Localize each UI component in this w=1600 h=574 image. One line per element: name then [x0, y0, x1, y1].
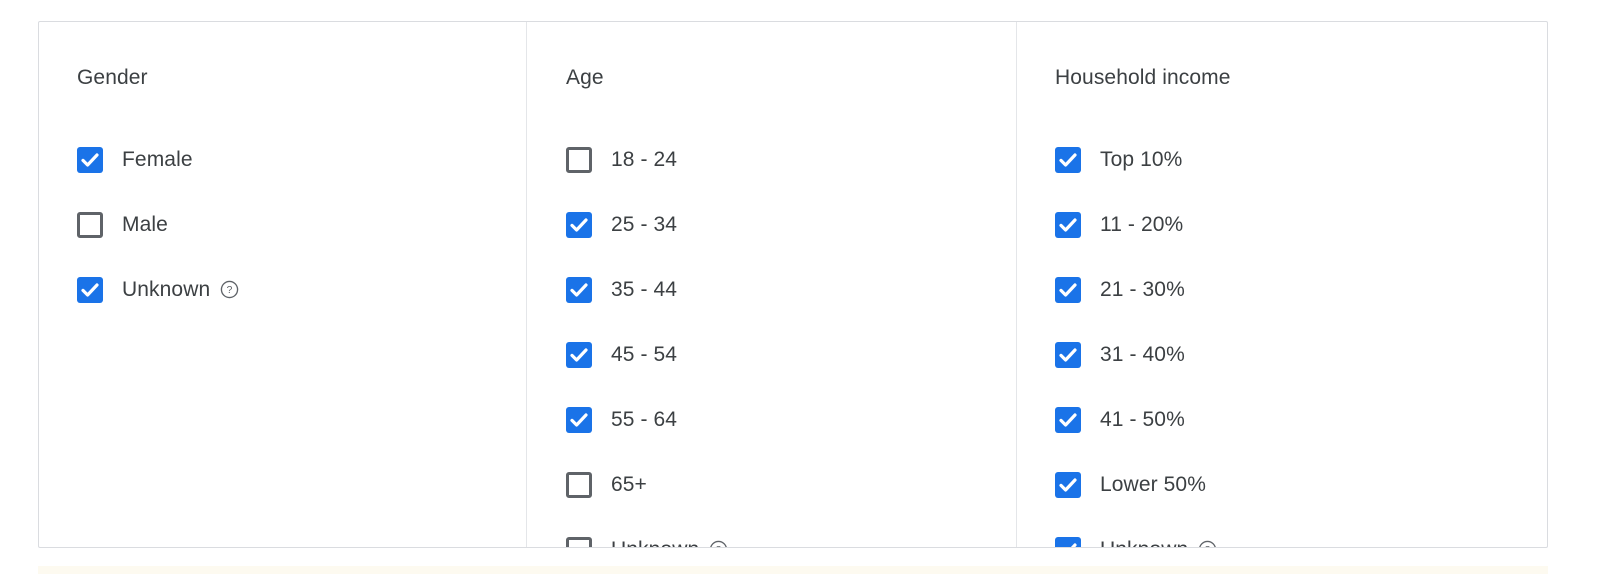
demographics-filter-screen: Gender Female Male Unknown? Age 18 - 24 25 … [0, 0, 1600, 574]
option-label-age-6: Unknown [611, 537, 699, 547]
check-icon [81, 153, 99, 167]
option-label-household-income-6: Unknown [1100, 537, 1188, 547]
checkbox-household-income-1[interactable] [1055, 211, 1081, 238]
checkbox-gender-0[interactable] [77, 146, 103, 173]
option-label-household-income-3: 31 - 40% [1100, 342, 1185, 366]
option-label-age-4: 55 - 64 [611, 407, 678, 431]
check-icon [1059, 413, 1077, 427]
option-row-age-3[interactable]: 45 - 54 [566, 341, 678, 368]
filter-column-gender: Gender Female Male Unknown? [39, 22, 526, 547]
check-icon [81, 283, 99, 297]
checkbox-household-income-6[interactable] [1055, 536, 1081, 547]
checkbox-household-income-0[interactable] [1055, 146, 1081, 173]
option-row-age-6[interactable]: Unknown? [566, 536, 728, 548]
checkbox-household-income-4[interactable] [1055, 406, 1081, 433]
option-label-household-income-4: 41 - 50% [1100, 407, 1185, 431]
bottom-divider-band [38, 566, 1548, 574]
help-circle-icon[interactable]: ? [220, 280, 239, 299]
option-label-gender-2: Unknown [122, 277, 211, 301]
option-list-household-income: Top 10% 11 - 20% 21 - 30% 31 - 40% 41 - 50% L… [1016, 108, 1547, 548]
option-row-age-2[interactable]: 35 - 44 [566, 276, 678, 303]
check-icon [1059, 283, 1077, 297]
column-title-age: Age [566, 66, 604, 90]
option-row-age-4[interactable]: 55 - 64 [566, 406, 678, 433]
checkbox-age-2[interactable] [566, 276, 592, 303]
check-icon [1059, 348, 1077, 362]
filter-column-household-income: Household income Top 10% 11 - 20% 21 - 30%… [1016, 22, 1547, 547]
option-label-age-3: 45 - 54 [611, 342, 678, 366]
check-icon [570, 218, 588, 232]
option-label-age-0: 18 - 24 [611, 147, 678, 171]
checkbox-age-6[interactable] [566, 536, 592, 547]
check-icon [570, 348, 588, 362]
option-row-household-income-5[interactable]: Lower 50% [1055, 471, 1206, 498]
checkbox-age-0[interactable] [566, 146, 592, 173]
svg-text:?: ? [227, 285, 233, 296]
option-label-household-income-2: 21 - 30% [1100, 277, 1185, 301]
option-row-household-income-0[interactable]: Top 10% [1055, 146, 1183, 173]
option-label-age-5: 65+ [611, 472, 647, 496]
filter-column-age: Age 18 - 24 25 - 34 35 - 44 45 - 54 55 - 64 6… [526, 22, 1016, 547]
option-label-household-income-1: 11 - 20% [1100, 212, 1184, 236]
check-icon [1059, 478, 1077, 492]
option-row-household-income-4[interactable]: 41 - 50% [1055, 406, 1185, 433]
option-row-gender-0[interactable]: Female [77, 146, 193, 173]
option-list-age: 18 - 24 25 - 34 35 - 44 45 - 54 55 - 64 65+ Un… [526, 108, 1016, 548]
column-title-household-income: Household income [1055, 66, 1231, 90]
check-icon [1070, 543, 1077, 547]
checkbox-age-5[interactable] [566, 471, 592, 498]
check-icon [1059, 153, 1077, 167]
option-label-age-2: 35 - 44 [611, 277, 678, 301]
check-icon [570, 413, 588, 427]
option-label-gender-0: Female [122, 147, 193, 171]
option-label-gender-1: Male [122, 212, 168, 236]
checkbox-household-income-3[interactable] [1055, 341, 1081, 368]
svg-text:?: ? [1205, 545, 1211, 548]
checkbox-age-4[interactable] [566, 406, 592, 433]
checkbox-age-1[interactable] [566, 211, 592, 238]
demographics-filter-card: Gender Female Male Unknown? Age 18 - 24 25 … [38, 21, 1548, 548]
checkbox-household-income-2[interactable] [1055, 276, 1081, 303]
check-icon [1059, 218, 1077, 232]
checkbox-gender-2[interactable] [77, 276, 103, 303]
checkbox-gender-1[interactable] [77, 211, 103, 238]
checkbox-age-3[interactable] [566, 341, 592, 368]
option-list-gender: Female Male Unknown? [39, 108, 526, 303]
option-label-household-income-0: Top 10% [1100, 147, 1183, 171]
option-row-age-0[interactable]: 18 - 24 [566, 146, 678, 173]
option-row-age-1[interactable]: 25 - 34 [566, 211, 678, 238]
option-row-household-income-1[interactable]: 11 - 20% [1055, 211, 1184, 238]
option-row-household-income-3[interactable]: 31 - 40% [1055, 341, 1185, 368]
option-row-gender-2[interactable]: Unknown? [77, 276, 239, 303]
option-row-household-income-6[interactable]: Unknown? [1055, 536, 1217, 548]
option-label-age-1: 25 - 34 [611, 212, 678, 236]
column-title-gender: Gender [77, 66, 148, 90]
option-row-age-5[interactable]: 65+ [566, 471, 647, 498]
option-label-household-income-5: Lower 50% [1100, 472, 1206, 496]
help-circle-icon[interactable]: ? [1198, 540, 1217, 548]
check-icon [570, 283, 588, 297]
svg-text:?: ? [716, 545, 722, 548]
checkbox-household-income-5[interactable] [1055, 471, 1081, 498]
help-circle-icon[interactable]: ? [709, 540, 728, 548]
option-row-household-income-2[interactable]: 21 - 30% [1055, 276, 1185, 303]
option-row-gender-1[interactable]: Male [77, 211, 168, 238]
